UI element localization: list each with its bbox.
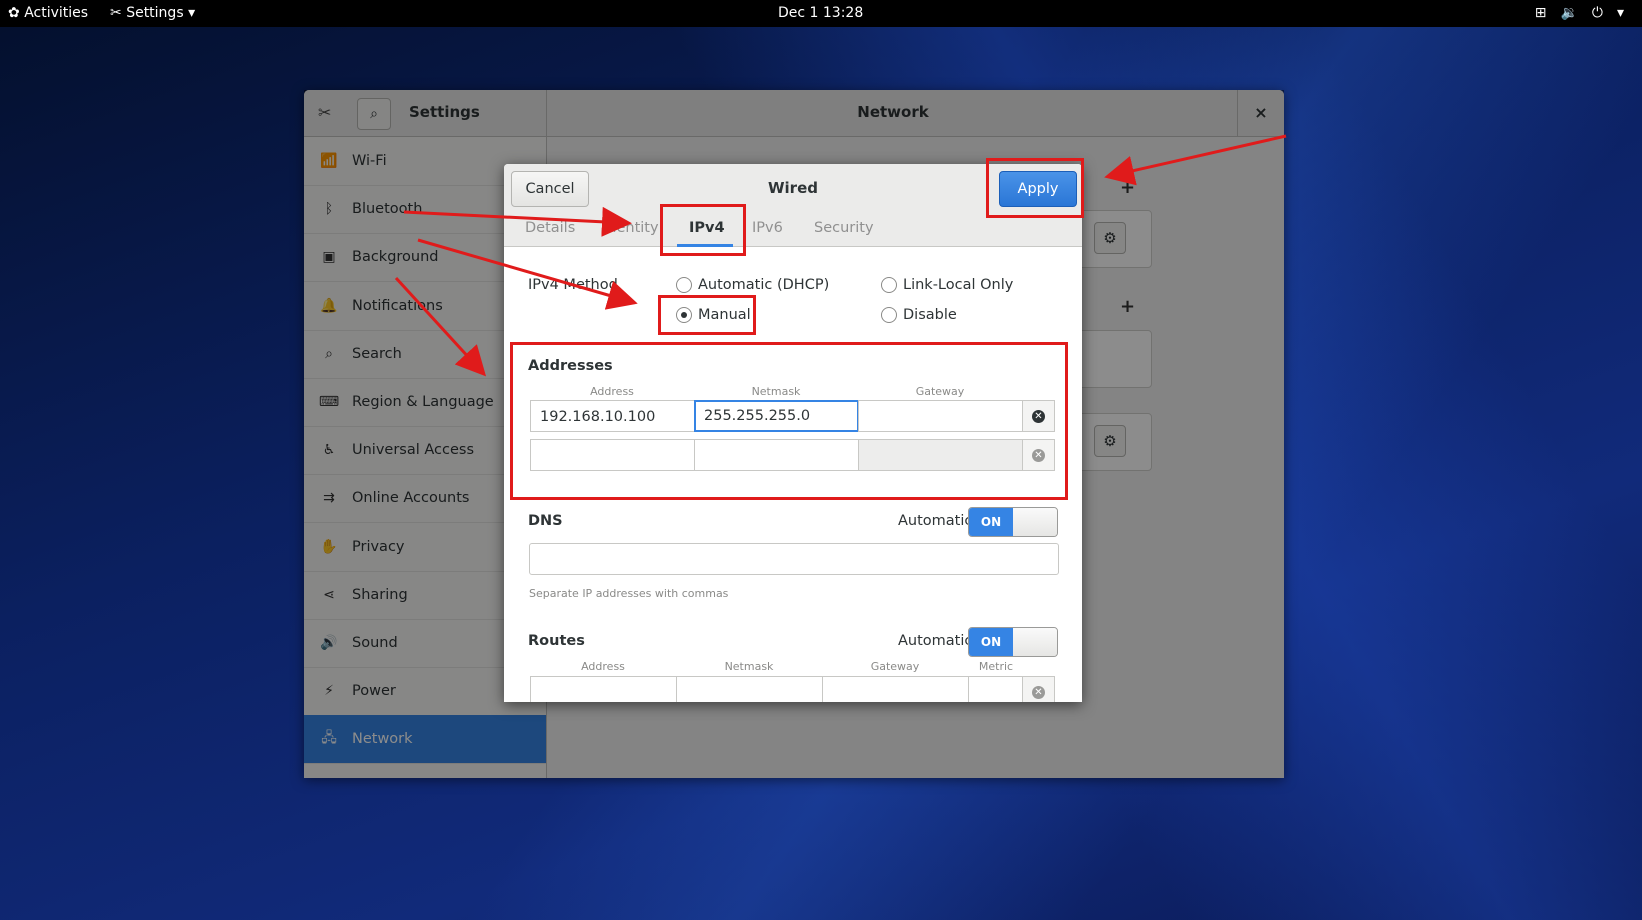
routes-title: Routes [528,633,585,649]
route-netmask-header: Netmask [724,660,774,673]
chevron-down-icon: ▾ [188,5,196,21]
radio-disable[interactable] [881,307,897,323]
remove-icon: ✕ [1032,685,1045,699]
tab-security[interactable]: Security [814,220,874,236]
switch-state: ON [969,508,1013,536]
app-menu-label: Settings [126,5,184,21]
dns-input[interactable] [529,543,1059,575]
switch-knob [1013,628,1057,656]
tab-bar: Details Identity IPv4 IPv6 Security [504,216,1082,246]
route-metric-input[interactable] [968,676,1023,702]
routes-automatic-label: Automatic [898,633,973,649]
route-netmask-input[interactable] [676,676,823,702]
network-wired-icon: ⊞ [1534,5,1547,21]
method-label: Link-Local Only [903,277,1014,293]
top-bar: ✿ Activities ✂ Settings ▾ Dec 1 13:28 ⊞ … [0,0,1642,27]
method-automatic-dhcp[interactable]: Automatic (DHCP) [676,277,829,293]
power-icon: ⏻ [1591,5,1603,21]
method-label: Disable [903,307,957,323]
annotation-manual-box [658,295,756,335]
route-address-header: Address [581,660,625,673]
route-address-input[interactable] [530,676,677,702]
ipv4-method-label: IPv4 Method [528,277,618,293]
tab-details[interactable]: Details [525,220,575,236]
method-label: Automatic (DHCP) [698,277,830,293]
volume-icon: 🔉 [1560,5,1578,21]
tab-identity[interactable]: Identity [603,220,659,236]
method-link-local[interactable]: Link-Local Only [881,277,1013,293]
routes-automatic-switch[interactable]: ON [968,627,1058,657]
route-gateway-header: Gateway [870,660,920,673]
system-status-menu[interactable]: ⊞ 🔉 ⏻ ▾ [1535,0,1624,27]
method-disable[interactable]: Disable [881,307,957,323]
switch-knob [1013,508,1057,536]
radio-link-local[interactable] [881,277,897,293]
tab-ipv6[interactable]: IPv6 [752,220,783,236]
tools-icon: ✂ [110,5,122,21]
switch-state: ON [969,628,1013,656]
radio-automatic-dhcp[interactable] [676,277,692,293]
annotation-addresses-box [510,342,1068,500]
dns-hint: Separate IP addresses with commas [529,587,729,600]
activities-button[interactable]: ✿ Activities [8,0,88,27]
activities-logo-icon: ✿ [8,5,20,21]
dns-automatic-label: Automatic [898,513,973,529]
clock[interactable]: Dec 1 13:28 [778,0,863,27]
dns-title: DNS [528,513,563,529]
app-menu[interactable]: ✂ Settings ▾ [110,0,195,27]
annotation-ipv4-tab-box [660,204,746,256]
dns-automatic-switch[interactable]: ON [968,507,1058,537]
annotation-apply-box [986,158,1084,218]
route-gateway-input[interactable] [822,676,969,702]
chevron-down-icon: ▾ [1616,5,1624,21]
delete-route-button[interactable]: ✕ [1022,676,1055,702]
route-metric-header: Metric [978,660,1014,673]
activities-label: Activities [24,5,89,21]
